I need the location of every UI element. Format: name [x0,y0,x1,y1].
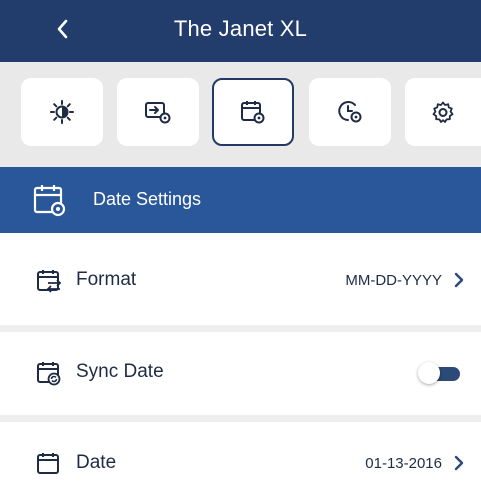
tab-brightness[interactable] [21,78,103,146]
clock-settings-icon [338,101,362,123]
sync-date-label: Sync Date [76,361,164,382]
tab-display[interactable] [117,78,199,146]
sync-date-toggle[interactable] [418,362,460,384]
calendar-settings-icon [33,185,66,217]
chevron-right-icon [454,455,464,471]
format-value: MM-DD-YYYY [345,272,442,289]
calendar-icon [37,453,59,474]
format-label: Format [76,269,137,290]
page-title: The Janet XL [173,16,308,41]
chevron-right-icon [454,272,464,288]
format-row[interactable]: Format MM-DD-YYYY [0,233,481,325]
calendar-sync-icon [37,362,61,386]
brightness-icon [50,100,74,124]
section-header: Date Settings [0,167,481,233]
tab-time[interactable] [309,78,391,146]
tab-date[interactable] [212,78,294,146]
gear-icon [432,101,454,123]
settings-tab-bar [0,62,481,167]
app-header: The Janet XL [0,0,481,62]
toggle-knob [418,362,440,384]
calendar-settings-icon [241,101,265,124]
calendar-swap-icon [37,270,62,293]
sync-date-row: Sync Date [0,332,481,415]
date-value: 01-13-2016 [365,455,442,472]
tab-general[interactable] [405,78,481,146]
display-settings-icon [145,102,171,124]
date-label: Date [76,452,117,473]
section-title: Date Settings [93,189,202,209]
date-row[interactable]: Date 01-13-2016 [0,422,481,504]
